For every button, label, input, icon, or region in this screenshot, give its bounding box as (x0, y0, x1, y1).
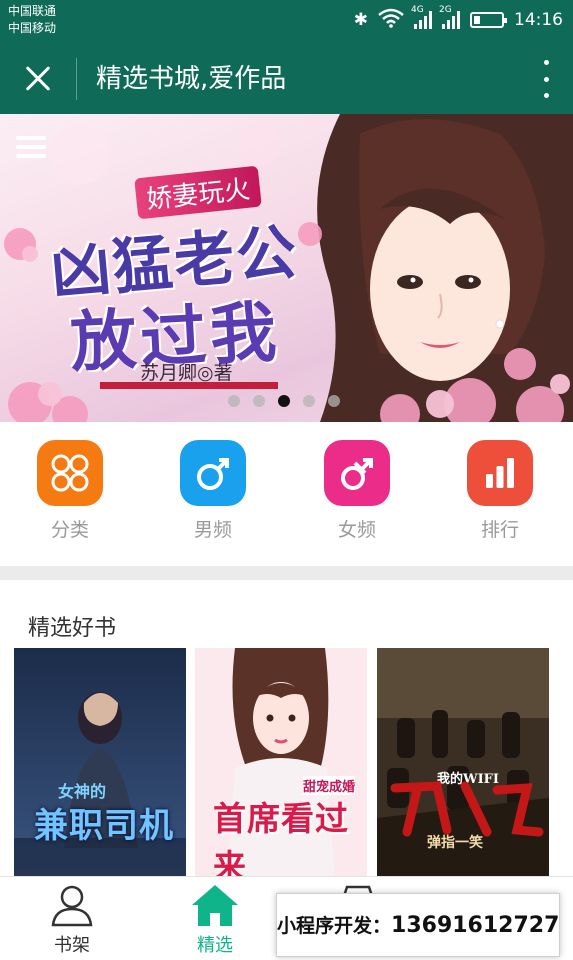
tab-featured[interactable]: 精选 (165, 883, 265, 957)
ranking-icon (467, 440, 533, 506)
category-label: 排行 (480, 519, 519, 541)
book-cover-title-art (390, 781, 544, 837)
signal-4g-icon: 4G (411, 5, 432, 29)
grid-icon (37, 440, 103, 506)
nav-bar: 精选书城,爱作品 (0, 44, 573, 114)
book-cover-title: 首席看过来 (213, 799, 349, 876)
carousel-indicator (228, 395, 340, 407)
tab-label: 书架 (54, 935, 90, 956)
more-vertical-icon[interactable] (541, 60, 551, 98)
banner-author: 苏月卿◎著 (140, 362, 233, 384)
category-label: 女频 (337, 519, 376, 541)
carousel-dot[interactable] (303, 395, 315, 407)
home-icon (190, 883, 240, 927)
bluetooth-icon: ✱ (353, 10, 368, 30)
page-title: 精选书城,爱作品 (96, 64, 287, 94)
category-item-male[interactable]: 男频 (168, 440, 258, 542)
male-icon (180, 440, 246, 506)
banner-carousel[interactable]: 娇妻玩火 凶猛老公 放过我 苏月卿◎著 (0, 114, 573, 422)
promo-overlay: 小程序开发：13691612727 (276, 893, 560, 957)
carousel-dot[interactable] (253, 395, 265, 407)
book-cover[interactable]: 我的WIFI 弹指一笑 (377, 648, 549, 876)
book-cover[interactable]: 甜宠成婚 首席看过来 (195, 648, 367, 876)
menu-icon[interactable] (16, 136, 46, 160)
close-icon[interactable] (20, 61, 56, 97)
promo-phone: 13691612727 (391, 913, 560, 938)
category-item-classify[interactable]: 分类 (25, 440, 115, 542)
carousel-dot[interactable] (328, 395, 340, 407)
book-cover[interactable]: 女神的 兼职司机 (14, 648, 186, 876)
category-item-female[interactable]: 女频 (312, 440, 402, 542)
user-icon (47, 883, 97, 927)
category-label: 男频 (193, 519, 232, 541)
tab-label: 精选 (197, 935, 233, 956)
status-bar: 中国联通 中国移动 ✱ 4G 2G 14:16 (0, 0, 573, 44)
carrier-label: 中国移动 (8, 21, 57, 35)
book-cover-title: 兼职司机 (34, 806, 174, 846)
carousel-dot[interactable] (228, 395, 240, 407)
featured-books-section: 精选好书 女神的 兼职司机 甜宠成婚 首席看过来 我的WIFI 弹指一笑 (0, 580, 573, 876)
category-label: 分类 (50, 519, 89, 541)
carousel-dot-active[interactable] (278, 395, 290, 407)
category-nav: 分类 男频 女频 排行 (0, 422, 573, 568)
status-time: 14:16 (514, 10, 563, 30)
wifi-icon (378, 8, 404, 33)
nav-divider (76, 58, 77, 100)
category-item-ranking[interactable]: 排行 (455, 440, 545, 542)
banner-tagline-strip (100, 382, 278, 389)
section-divider (0, 566, 573, 580)
battery-icon (470, 12, 507, 28)
female-icon (324, 440, 390, 506)
carrier-label: 中国联通 (8, 4, 57, 18)
signal-2g-icon: 2G (439, 5, 460, 29)
section-title: 精选好书 (28, 616, 117, 641)
promo-text: 小程序开发： (277, 915, 392, 937)
tab-bookshelf[interactable]: 书架 (22, 883, 122, 957)
